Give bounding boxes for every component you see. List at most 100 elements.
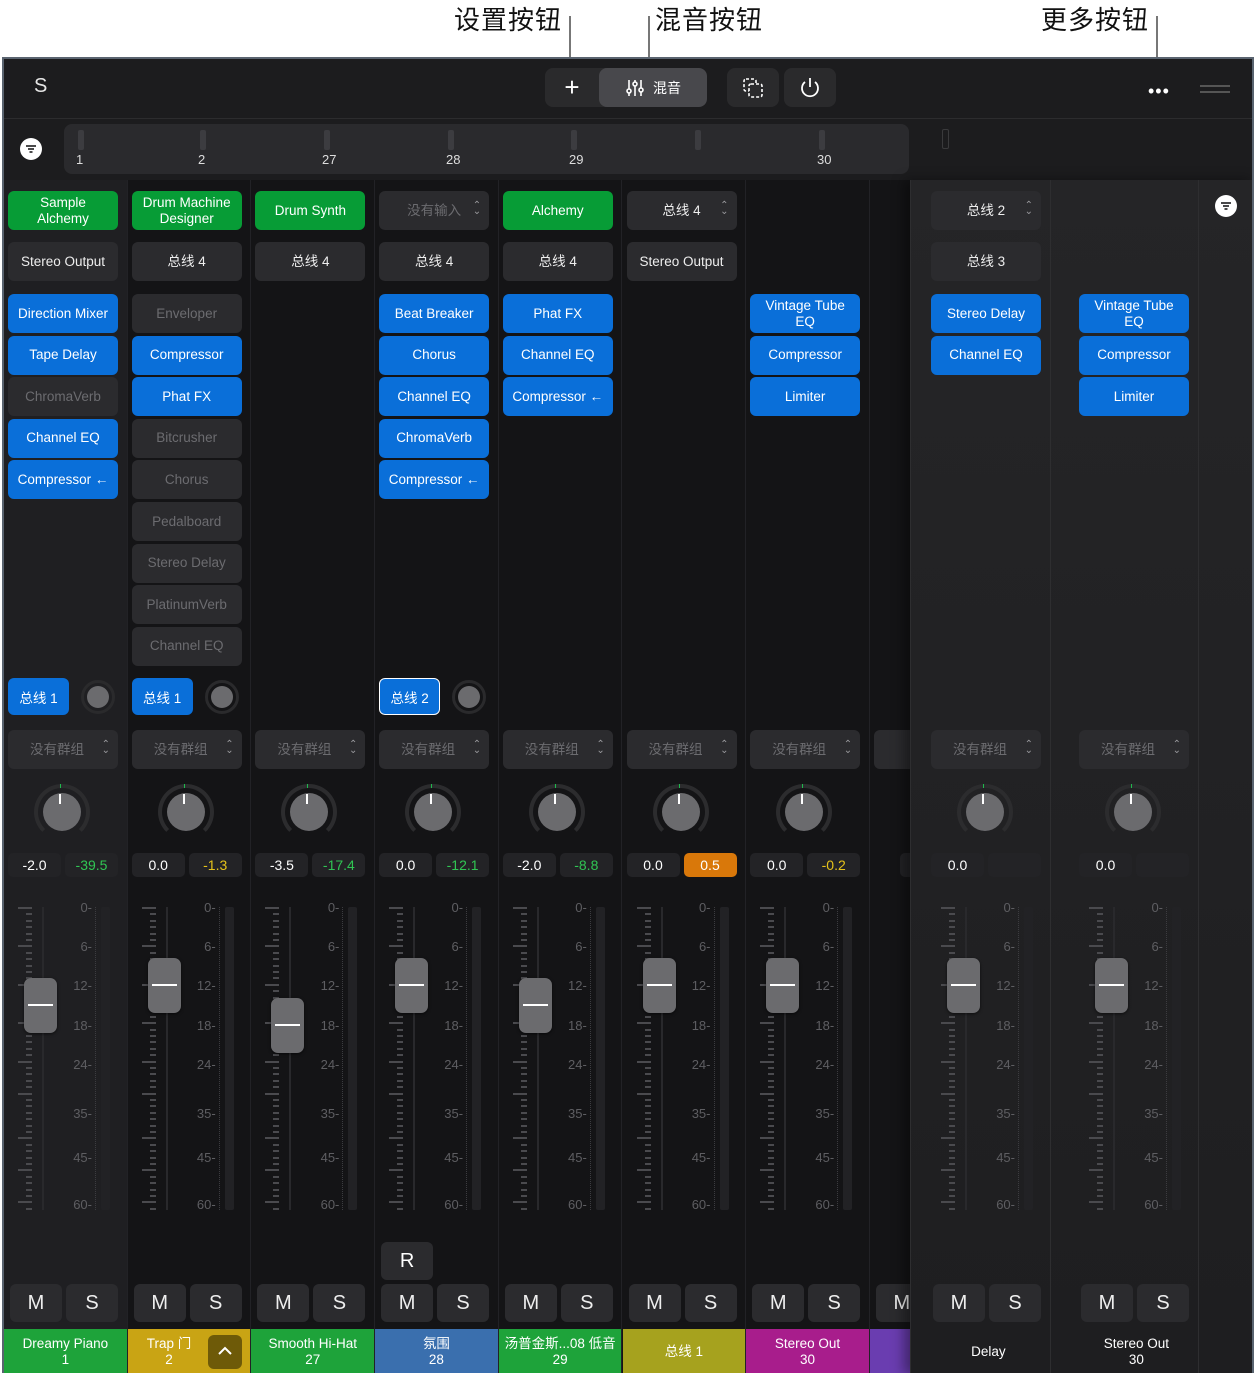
plugin-slot[interactable]: Phat FX: [131, 377, 242, 417]
solo-button[interactable]: S: [313, 1284, 366, 1322]
input-slot[interactable]: Sample Alchemy: [8, 191, 118, 230]
volume-fader[interactable]: 0- 6- 12- 18- 24- 35- 45- 60-: [132, 900, 242, 1212]
volume-fader[interactable]: 0- 6- 12- 18- 24- 35- 45- 60-: [627, 900, 737, 1212]
input-slot[interactable]: Drum Machine Designer: [131, 191, 242, 230]
peak-display[interactable]: 0.5: [683, 853, 737, 877]
mixer-button[interactable]: 混音: [599, 68, 707, 107]
mute-button[interactable]: M: [133, 1284, 186, 1322]
volume-display[interactable]: -3.5: [255, 853, 309, 877]
solo-button[interactable]: S: [989, 1284, 1041, 1322]
solo-indicator[interactable]: S: [34, 75, 47, 98]
pan-knob[interactable]: [957, 784, 1013, 840]
solo-button[interactable]: S: [189, 1284, 242, 1322]
plugin-slot[interactable]: Compressor: [1079, 335, 1189, 375]
mute-button[interactable]: M: [257, 1284, 310, 1322]
plugin-slot[interactable]: Compressor ←: [379, 460, 490, 500]
solo-button[interactable]: S: [808, 1284, 861, 1322]
volume-display[interactable]: 0.0: [1079, 853, 1132, 877]
group-selector[interactable]: 没有群组 ⌃ ⌄: [931, 730, 1041, 769]
mute-button[interactable]: M: [1081, 1284, 1133, 1322]
volume-fader[interactable]: 0- 6- 12- 18- 24- 35- 45- 60-: [255, 900, 365, 1212]
group-selector[interactable]: 没有群组 ⌃ ⌄: [750, 730, 861, 769]
channel-name-bar[interactable]: 汤普金斯...08 低音 29: [498, 1329, 622, 1373]
plugin-slot[interactable]: Limiter: [1079, 377, 1189, 417]
peak-display[interactable]: -17.4: [312, 853, 366, 877]
group-selector[interactable]: 没有群组 ⌃ ⌄: [1079, 730, 1189, 769]
plugin-slot[interactable]: Chorus: [131, 460, 242, 500]
group-selector[interactable]: 没有群组 ⌃ ⌄: [379, 730, 490, 769]
peak-display[interactable]: -0.2: [807, 853, 861, 877]
plugin-slot[interactable]: Compressor: [131, 335, 242, 375]
volume-fader[interactable]: 0- 6- 12- 18- 24- 35- 45- 60-: [750, 900, 860, 1212]
volume-display[interactable]: -2.0: [502, 853, 556, 877]
volume-fader[interactable]: 0- 6- 12- 18- 24- 35- 45- 60-: [503, 900, 613, 1212]
pan-knob[interactable]: [652, 784, 709, 840]
fader-cap[interactable]: [395, 958, 429, 1013]
send-level-knob[interactable]: [204, 680, 239, 714]
expand-button[interactable]: [208, 1335, 243, 1369]
plugin-slot[interactable]: Vintage Tube EQ: [750, 294, 861, 333]
more-button[interactable]: •••: [1148, 81, 1170, 102]
plugin-slot[interactable]: Limiter: [750, 377, 861, 417]
plugin-slot[interactable]: Chorus: [379, 335, 490, 375]
plugin-slot[interactable]: PlatinumVerb: [131, 585, 242, 625]
send-slot[interactable]: 总线 1: [8, 678, 69, 715]
volume-display[interactable]: 0.0: [131, 853, 185, 877]
volume-display[interactable]: 0.0: [626, 853, 680, 877]
volume-display[interactable]: -2.0: [8, 853, 61, 877]
peak-display[interactable]: -39.5: [65, 853, 118, 877]
solo-button[interactable]: S: [1137, 1284, 1189, 1322]
pan-knob[interactable]: [157, 784, 214, 840]
overlay-filter-button[interactable]: [1215, 195, 1237, 217]
plugin-slot[interactable]: Bitcrusher: [131, 418, 242, 458]
volume-fader[interactable]: 0- 6- 12- 18- 24- 35- 45- 60-: [8, 900, 118, 1212]
plugin-slot[interactable]: Compressor ←: [8, 460, 118, 500]
plugin-slot[interactable]: Direction Mixer: [8, 294, 118, 333]
fader-cap[interactable]: [147, 958, 181, 1013]
plugin-slot[interactable]: Channel EQ: [131, 626, 242, 666]
fader-cap[interactable]: [947, 958, 980, 1013]
navigator-ruler[interactable]: 1 2 27 28 29 30: [64, 124, 909, 174]
pan-knob[interactable]: [1105, 784, 1161, 840]
plugin-slot[interactable]: Enveloper: [131, 294, 242, 333]
plugin-slot[interactable]: Tape Delay: [8, 335, 118, 375]
group-selector[interactable]: 没有群组 ⌃ ⌄: [8, 730, 118, 769]
solo-button[interactable]: S: [560, 1284, 613, 1322]
peak-display[interactable]: -1.3: [188, 853, 242, 877]
output-slot[interactable]: 总线 4: [255, 242, 366, 281]
plugin-slot[interactable]: Phat FX: [502, 294, 613, 333]
mute-button[interactable]: M: [504, 1284, 557, 1322]
plugin-slot[interactable]: Compressor: [750, 335, 861, 375]
pan-knob[interactable]: [405, 784, 462, 840]
group-selector[interactable]: 没有群组 ⌃ ⌄: [255, 730, 366, 769]
send-slot[interactable]: 总线 2: [379, 678, 441, 715]
plugin-slot[interactable]: Stereo Delay: [931, 294, 1041, 333]
solo-button[interactable]: S: [684, 1284, 737, 1322]
output-slot[interactable]: 总线 3: [931, 242, 1041, 281]
filter-button[interactable]: [20, 138, 42, 160]
channel-name-bar[interactable]: 氛围 28: [375, 1329, 498, 1373]
window-drag-handle[interactable]: [1200, 85, 1230, 93]
channel-name-bar[interactable]: 总线 1: [622, 1329, 746, 1373]
peak-display[interactable]: -12.1: [436, 853, 490, 877]
channel-name-bar[interactable]: Stereo Out 30: [746, 1329, 869, 1373]
input-slot[interactable]: 总线 2 ⌃ ⌄: [931, 191, 1041, 230]
group-selector[interactable]: 没有群组 ⌃ ⌄: [131, 730, 242, 769]
pan-knob[interactable]: [528, 784, 585, 840]
channel-name-bar[interactable]: Dreamy Piano 1: [4, 1329, 127, 1373]
peak-display[interactable]: [988, 853, 1041, 877]
plugin-slot[interactable]: Channel EQ: [379, 377, 490, 417]
output-slot[interactable]: 总线 4: [379, 242, 490, 281]
plugin-slot[interactable]: Stereo Delay: [131, 543, 242, 583]
pan-knob[interactable]: [281, 784, 338, 840]
plugin-slot[interactable]: Vintage Tube EQ: [1079, 294, 1189, 333]
peak-display[interactable]: -8.8: [559, 853, 613, 877]
channel-name-bar[interactable]: Delay: [927, 1329, 1050, 1373]
output-slot[interactable]: Stereo Output: [626, 242, 737, 281]
input-slot[interactable]: Drum Synth: [255, 191, 366, 230]
fader-cap[interactable]: [518, 978, 552, 1033]
volume-fader[interactable]: 0- 6- 12- 18- 24- 35- 45- 60-: [931, 900, 1041, 1212]
input-slot[interactable]: 没有输入 ⌃ ⌄: [379, 191, 490, 230]
plugin-slot[interactable]: Channel EQ: [502, 335, 613, 375]
send-slot[interactable]: 总线 1: [131, 678, 193, 715]
